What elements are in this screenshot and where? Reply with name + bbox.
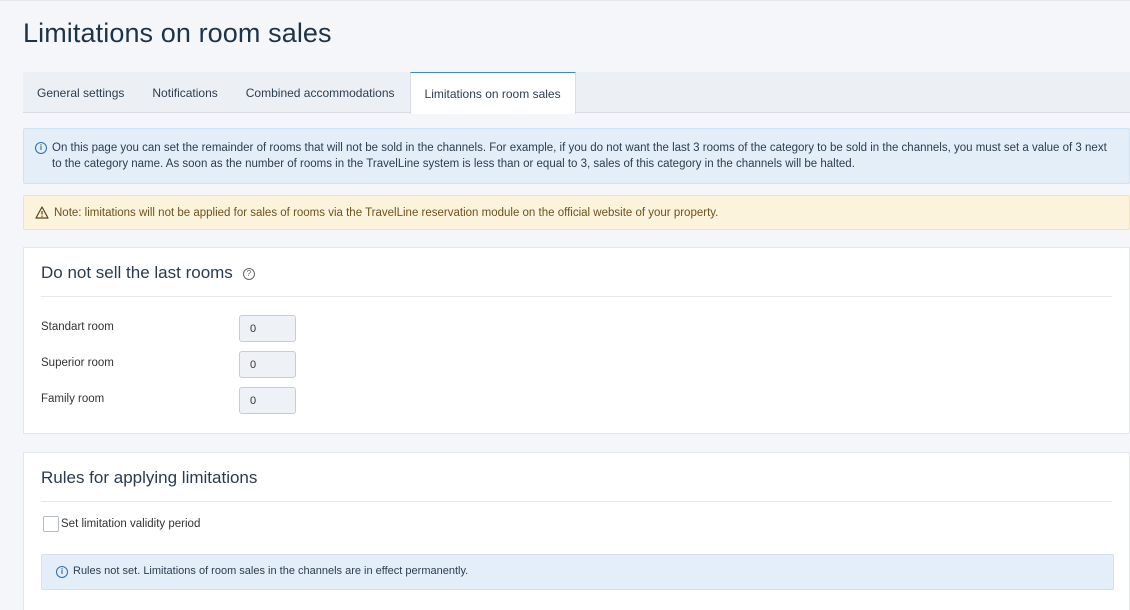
page-title: Limitations on room sales [23, 18, 332, 48]
card-divider [41, 501, 1112, 502]
room-row-family: Family room [41, 387, 341, 414]
last-rooms-title: Do not sell the last rooms? [41, 263, 255, 283]
rules-card: Rules for applying limitations Set limit… [23, 452, 1130, 610]
card-divider [41, 296, 1112, 297]
validity-period-checkbox[interactable] [43, 516, 59, 532]
last-rooms-title-text: Do not sell the last rooms [41, 263, 233, 282]
last-rooms-card: Do not sell the last rooms? Standart roo… [23, 247, 1130, 434]
tab-limitations-on-room-sales[interactable]: Limitations on room sales [409, 72, 576, 114]
help-icon[interactable]: ? [242, 268, 255, 280]
rules-title: Rules for applying limitations [41, 468, 258, 487]
family-room-input[interactable] [239, 387, 296, 414]
rules-notice-text: Rules not set. Limitations of room sales… [73, 565, 469, 577]
validity-period-checkbox-row[interactable]: Set limitation validity period [43, 516, 200, 532]
warning-alert: Note: limitations will not be applied fo… [23, 195, 1130, 230]
warning-alert-text: Note: limitations will not be applied fo… [54, 207, 719, 219]
tab-general-settings[interactable]: General settings [23, 72, 138, 113]
standart-room-input[interactable] [239, 315, 296, 342]
tab-bar: General settings Notifications Combined … [23, 72, 1130, 114]
info-alert-text: On this page you can set the remainder o… [52, 142, 1107, 170]
info-icon: i [56, 566, 68, 578]
rules-notice: i Rules not set. Limitations of room sal… [41, 554, 1114, 590]
tab-notifications[interactable]: Notifications [138, 72, 231, 113]
room-row-standart: Standart room [41, 315, 341, 342]
info-icon: i [35, 142, 47, 154]
info-alert: i On this page you can set the remainder… [23, 128, 1130, 184]
tab-combined-accommodations[interactable]: Combined accommodations [232, 72, 409, 113]
validity-period-label[interactable]: Set limitation validity period [61, 518, 200, 530]
room-row-superior: Superior room [41, 351, 341, 378]
superior-room-input[interactable] [239, 351, 296, 378]
room-label: Superior room [41, 357, 114, 369]
warning-icon [35, 206, 49, 219]
room-label: Standart room [41, 321, 114, 333]
top-divider [0, 0, 1130, 1]
room-label: Family room [41, 393, 105, 405]
